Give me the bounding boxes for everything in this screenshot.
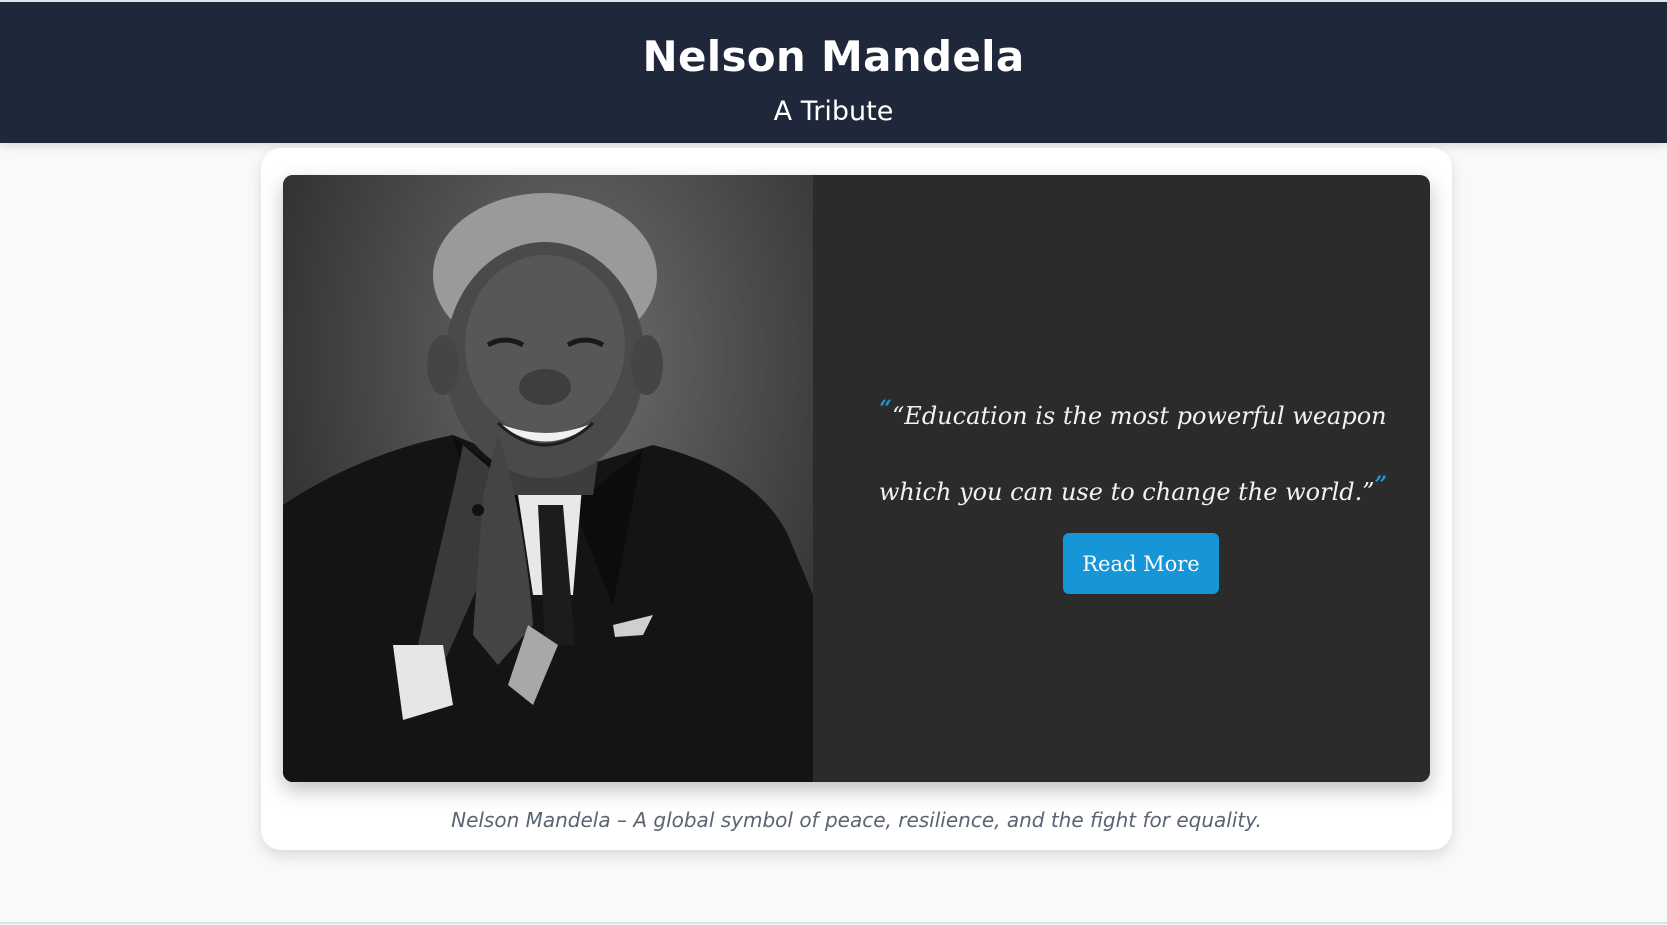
portrait-illustration (283, 193, 813, 782)
quote-block: ““Education is the most powerful weapon … (873, 375, 1393, 527)
close-quote-icon: ” (1374, 472, 1388, 498)
page-subtitle: A Tribute (773, 96, 894, 127)
site-header: Nelson Mandela A Tribute (0, 2, 1667, 143)
image-caption: Nelson Mandela – A global symbol of peac… (451, 808, 1262, 832)
read-more-button[interactable]: Read More (1063, 533, 1219, 594)
page-title: Nelson Mandela (642, 32, 1025, 81)
portrait-image (283, 175, 813, 782)
tribute-card: ““Education is the most powerful weapon … (261, 148, 1452, 850)
open-quote-icon: “ (879, 396, 893, 422)
bottom-divider (0, 922, 1667, 924)
feature-panel: ““Education is the most powerful weapon … (283, 175, 1430, 782)
quote-area: ““Education is the most powerful weapon … (813, 175, 1430, 782)
quote-text: “Education is the most powerful weapon w… (878, 402, 1387, 506)
